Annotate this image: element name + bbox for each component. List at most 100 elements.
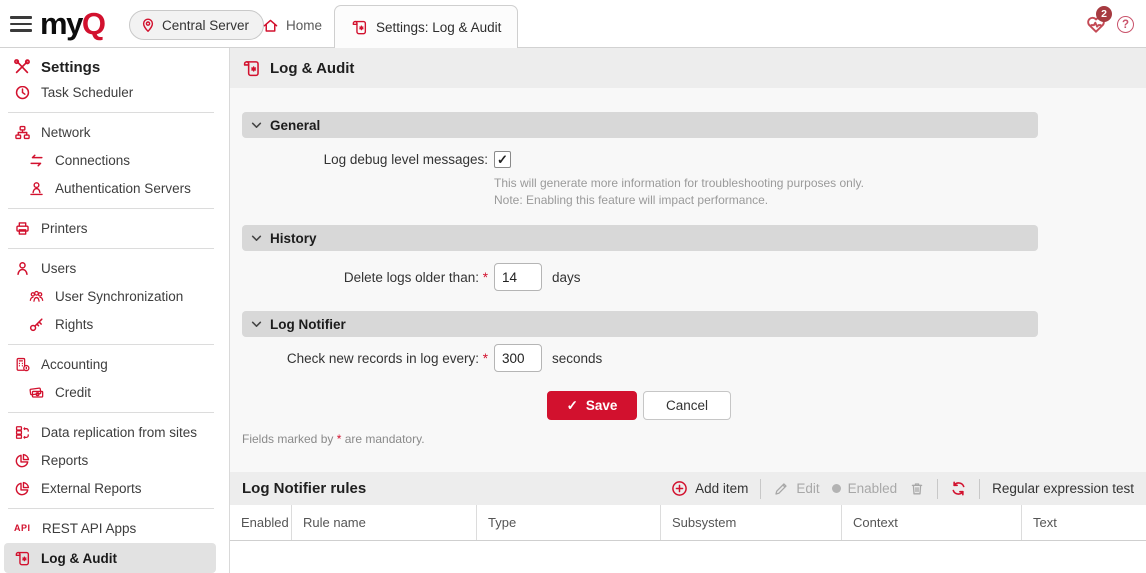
home-label: Home: [286, 18, 322, 33]
chevron-down-icon: [251, 233, 262, 244]
tab-home[interactable]: Home: [262, 10, 322, 40]
check-icon: ✓: [567, 398, 578, 414]
debug-messages-checkbox[interactable]: ✓: [494, 151, 511, 168]
toolbar-separator: [937, 479, 938, 499]
top-bar: myQ Central Server Home Settings: Log & …: [0, 0, 1146, 48]
settings-sidebar: Settings Task Scheduler Network Connecti…: [0, 48, 230, 573]
debug-help-line2: Note: Enabling this feature will impact …: [494, 193, 768, 207]
log-scroll-icon: [242, 59, 261, 78]
tab-settings-log-audit[interactable]: Settings: Log & Audit: [334, 5, 518, 48]
section-header-history[interactable]: History: [242, 225, 1038, 251]
rules-panel-header: Log Notifier rules Add item Edit Enabled: [230, 472, 1146, 505]
alert-count-badge: 2: [1096, 6, 1112, 22]
sidebar-item-user-synchronization[interactable]: User Synchronization: [0, 282, 228, 310]
system-health-button[interactable]: 2: [1085, 13, 1111, 39]
sidebar-item-task-scheduler[interactable]: Task Scheduler: [0, 86, 228, 106]
calculator-icon: [14, 356, 31, 373]
sidebar-item-connections[interactable]: Connections: [0, 146, 228, 174]
clock-icon: [14, 86, 31, 101]
home-icon: [262, 17, 279, 34]
rules-table-body: [230, 541, 1146, 573]
location-pin-icon: [140, 17, 156, 33]
server-label: Central Server: [162, 18, 249, 33]
pie-chart-icon: [14, 452, 31, 469]
banknotes-icon: [28, 384, 45, 401]
status-dot-icon: [832, 484, 841, 493]
sidebar-item-authentication-servers[interactable]: Authentication Servers: [0, 174, 228, 202]
trash-icon: [909, 481, 925, 497]
page-title: Log & Audit: [270, 60, 354, 77]
sidebar-item-network[interactable]: Network: [0, 118, 228, 146]
column-header-text[interactable]: Text: [1021, 505, 1146, 540]
pencil-icon: [773, 481, 789, 497]
divider: [8, 208, 214, 209]
pie-chart-icon: [14, 480, 31, 497]
regex-test-button[interactable]: Regular expression test: [992, 481, 1134, 496]
sidebar-item-data-replication[interactable]: Data replication from sites: [0, 418, 228, 446]
divider: [8, 412, 214, 413]
rules-table-header: Enabled Rule name Type Subsystem Context…: [230, 505, 1146, 541]
delete-button[interactable]: [909, 481, 925, 497]
column-header-rule-name[interactable]: Rule name: [291, 505, 476, 540]
page-title-bar: Log & Audit: [230, 48, 1146, 88]
sidebar-item-external-reports[interactable]: External Reports: [0, 474, 228, 502]
log-scroll-icon: [351, 19, 368, 36]
myq-logo: myQ: [40, 5, 104, 43]
user-icon: [14, 260, 31, 277]
printer-icon: [14, 220, 31, 237]
divider: [8, 508, 214, 509]
replication-icon: [14, 424, 31, 441]
section-header-general[interactable]: General: [242, 112, 1038, 138]
sidebar-item-credit[interactable]: Credit: [0, 378, 228, 406]
delete-days-input[interactable]: [494, 263, 542, 291]
cancel-button[interactable]: Cancel: [643, 391, 731, 420]
help-icon[interactable]: ?: [1117, 16, 1134, 33]
sidebar-title: Settings: [0, 48, 229, 86]
key-icon: [28, 316, 45, 333]
check-seconds-input[interactable]: [494, 344, 542, 372]
section-header-log-notifier[interactable]: Log Notifier: [242, 311, 1038, 337]
save-button[interactable]: ✓ Save: [547, 391, 637, 420]
divider: [8, 344, 214, 345]
refresh-button[interactable]: [950, 480, 967, 497]
auth-person-icon: [28, 180, 45, 197]
check-records-label: Check new records in log every: *: [242, 351, 488, 366]
user-group-icon: [28, 288, 45, 305]
debug-messages-label: Log debug level messages:: [242, 152, 488, 167]
refresh-icon: [950, 480, 967, 497]
api-icon: API: [14, 523, 32, 533]
enabled-toggle-button[interactable]: Enabled: [832, 481, 898, 496]
active-tab-label: Settings: Log & Audit: [376, 20, 501, 35]
days-unit-label: days: [552, 270, 581, 285]
main-panel: Log & Audit General Log debug level mess…: [230, 48, 1146, 573]
settings-tools-icon: [13, 58, 31, 76]
sidebar-item-rest-api-apps[interactable]: API REST API Apps: [0, 514, 228, 542]
mandatory-note: Fields marked by * are mandatory.: [242, 432, 425, 446]
log-scroll-icon: [14, 550, 31, 567]
sidebar-item-log-audit[interactable]: Log & Audit: [4, 543, 216, 573]
rules-toolbar: Add item Edit Enabled: [671, 479, 1146, 499]
debug-help-line1: This will generate more information for …: [494, 176, 864, 190]
rules-panel-title: Log Notifier rules: [230, 480, 671, 497]
edit-button[interactable]: Edit: [773, 481, 819, 497]
divider: [8, 248, 214, 249]
sidebar-item-reports[interactable]: Reports: [0, 446, 228, 474]
menu-icon[interactable]: [10, 16, 32, 32]
chevron-down-icon: [251, 319, 262, 330]
server-selector-button[interactable]: Central Server: [129, 10, 264, 40]
toolbar-separator: [760, 479, 761, 499]
delete-logs-label: Delete logs older than: *: [242, 270, 488, 285]
toolbar-separator: [979, 479, 980, 499]
column-header-subsystem[interactable]: Subsystem: [660, 505, 841, 540]
network-icon: [14, 124, 31, 141]
sidebar-item-rights[interactable]: Rights: [0, 310, 228, 338]
sidebar-item-accounting[interactable]: Accounting: [0, 350, 228, 378]
sidebar-item-users[interactable]: Users: [0, 254, 228, 282]
column-header-enabled[interactable]: Enabled: [230, 505, 291, 540]
add-item-button[interactable]: Add item: [671, 480, 748, 497]
plus-circle-icon: [671, 480, 688, 497]
column-header-context[interactable]: Context: [841, 505, 1021, 540]
settings-form: General Log debug level messages: ✓ This…: [230, 88, 1146, 573]
sidebar-item-printers[interactable]: Printers: [0, 214, 228, 242]
column-header-type[interactable]: Type: [476, 505, 660, 540]
